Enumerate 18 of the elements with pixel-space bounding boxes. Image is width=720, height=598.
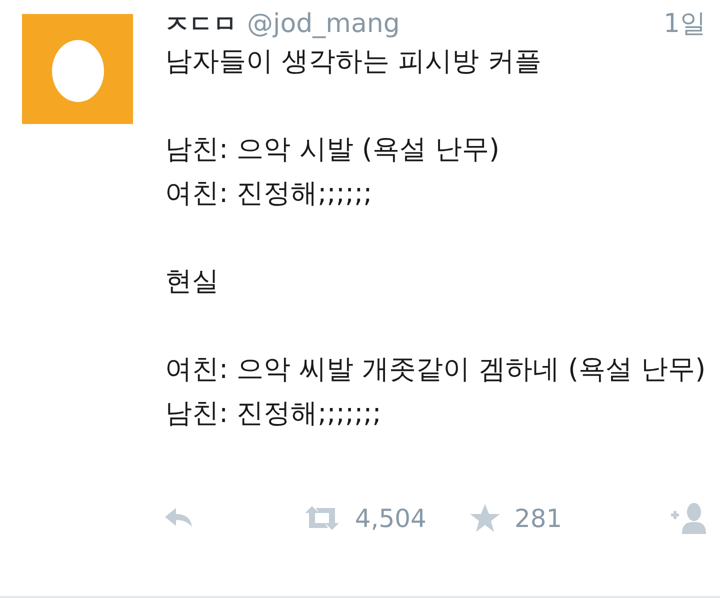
user-handle: @jod_mang (247, 9, 401, 39)
tweet-text-line: 남친: 진정해;;;;;;; (165, 397, 382, 431)
star-icon (470, 504, 500, 532)
user-name: ㅈㄷㅁ (165, 9, 237, 40)
avatar[interactable] (22, 14, 133, 124)
tweet-text-line: 남자들이 생각하는 피시방 커플 (165, 45, 543, 79)
reply-button[interactable] (165, 507, 195, 529)
tweet-text-line: 여친: 으악 씨발 개좃같이 겜하네 (욕설 난무) (165, 353, 706, 387)
tweet-text-line: 남친: 으악 시발 (욕설 난무) (165, 133, 500, 167)
retweet-button[interactable]: 4,504 (302, 504, 426, 532)
follow-icon (670, 502, 706, 534)
favorite-button[interactable]: 281 (470, 504, 562, 532)
follow-button[interactable] (670, 502, 706, 534)
tweet-text-line: 현실 (165, 265, 220, 299)
retweet-icon (302, 505, 341, 531)
tweet-text-line: 여친: 진정해;;;;;; (165, 177, 374, 211)
reply-icon (165, 507, 195, 529)
tweet-time: 1일 (663, 8, 706, 41)
